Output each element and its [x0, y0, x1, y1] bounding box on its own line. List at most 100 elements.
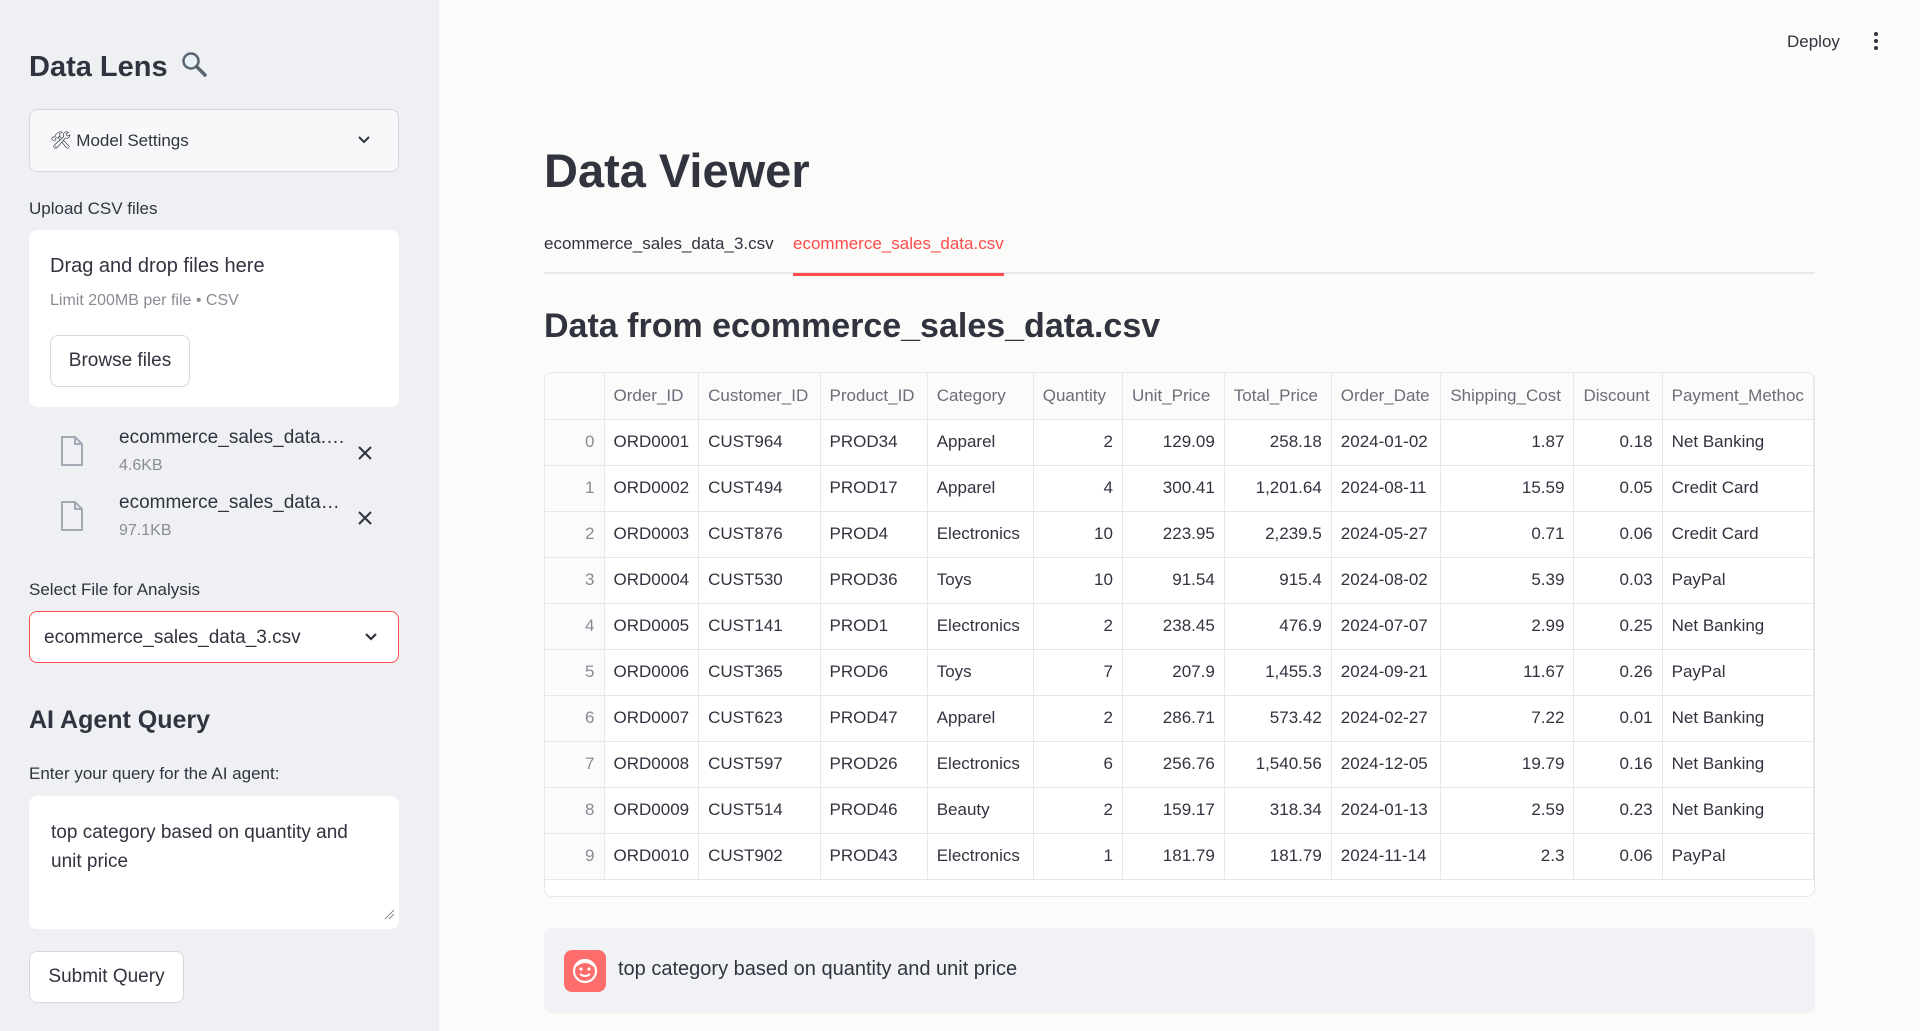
resize-handle-icon[interactable]	[383, 907, 395, 925]
table-cell[interactable]: CUST365	[698, 649, 821, 696]
row-index[interactable]: 6	[545, 695, 605, 742]
deploy-button[interactable]: Deploy	[1787, 32, 1840, 52]
table-cell[interactable]: 573.42	[1224, 695, 1332, 742]
table-cell[interactable]: ORD0002	[604, 465, 700, 512]
table-cell[interactable]: 0.26	[1573, 649, 1663, 696]
table-cell[interactable]: 207.9	[1122, 649, 1225, 696]
table-cell[interactable]: Net Banking	[1662, 419, 1814, 466]
table-cell[interactable]: ORD0001	[604, 419, 700, 466]
table-cell[interactable]: 0.06	[1573, 833, 1663, 880]
table-cell[interactable]: 15.59	[1440, 465, 1575, 512]
table-cell[interactable]: PROD47	[820, 695, 928, 742]
table-cell[interactable]: 1.87	[1440, 419, 1575, 466]
table-cell[interactable]: CUST623	[698, 695, 821, 742]
table-cell[interactable]: 318.34	[1224, 787, 1332, 834]
column-header[interactable]: Customer_ID	[698, 373, 821, 420]
table-cell[interactable]: 0.71	[1440, 511, 1575, 558]
row-index[interactable]: 0	[545, 419, 605, 466]
table-row[interactable]: 9 ORD0010 CUST902 PROD43 Electronics 1 181.79 1…	[545, 833, 1814, 880]
table-cell[interactable]: PayPal	[1662, 557, 1814, 604]
table-cell[interactable]: 2.3	[1440, 833, 1575, 880]
tab-ecommerce-sales-data-3[interactable]: ecommerce_sales_data_3.csv	[544, 234, 774, 274]
table-row[interactable]: 6 ORD0007 CUST623 PROD47 Apparel 2 286.71 573.4…	[545, 695, 1814, 742]
table-cell[interactable]: PROD1	[820, 603, 928, 650]
table-cell[interactable]: 2024-01-13	[1331, 787, 1442, 834]
table-cell[interactable]: 2024-11-14	[1331, 833, 1442, 880]
row-index[interactable]: 2	[545, 511, 605, 558]
table-cell[interactable]: 2024-01-02	[1331, 419, 1442, 466]
table-cell[interactable]: Credit Card	[1662, 465, 1814, 512]
table-cell[interactable]: PROD36	[820, 557, 928, 604]
column-header[interactable]: Order_ID	[604, 373, 700, 420]
table-row[interactable]: 8 ORD0009 CUST514 PROD46 Beauty 2 159.17 318.34…	[545, 787, 1814, 834]
table-cell[interactable]: 2.59	[1440, 787, 1575, 834]
table-cell[interactable]: ORD0004	[604, 557, 700, 604]
table-cell[interactable]: 0.05	[1573, 465, 1663, 512]
table-cell[interactable]: 129.09	[1122, 419, 1225, 466]
table-cell[interactable]: Electronics	[927, 833, 1034, 880]
column-header[interactable]: Shipping_Cost	[1440, 373, 1575, 420]
table-cell[interactable]: 10	[1033, 511, 1123, 558]
table-row[interactable]: 5 ORD0006 CUST365 PROD6 Toys 7 207.9 1,455.3 202…	[545, 649, 1814, 696]
table-cell[interactable]: 1,455.3	[1224, 649, 1332, 696]
table-cell[interactable]: 2024-09-21	[1331, 649, 1442, 696]
table-cell[interactable]: Beauty	[927, 787, 1034, 834]
table-row[interactable]: 1 ORD0002 CUST494 PROD17 Apparel 4 300.41 1,201…	[545, 465, 1814, 512]
table-cell[interactable]: 0.18	[1573, 419, 1663, 466]
table-row[interactable]: 7 ORD0008 CUST597 PROD26 Electronics 6 256.76 1…	[545, 741, 1814, 788]
table-cell[interactable]: PROD34	[820, 419, 928, 466]
table-cell[interactable]: CUST141	[698, 603, 821, 650]
table-cell[interactable]: CUST876	[698, 511, 821, 558]
table-cell[interactable]: 0.16	[1573, 741, 1663, 788]
table-cell[interactable]: 2024-08-02	[1331, 557, 1442, 604]
table-cell[interactable]: 159.17	[1122, 787, 1225, 834]
table-cell[interactable]: 223.95	[1122, 511, 1225, 558]
row-index[interactable]: 1	[545, 465, 605, 512]
table-cell[interactable]: 181.79	[1224, 833, 1332, 880]
table-cell[interactable]: Net Banking	[1662, 603, 1814, 650]
table-cell[interactable]: CUST530	[698, 557, 821, 604]
table-cell[interactable]: 286.71	[1122, 695, 1225, 742]
table-cell[interactable]: 300.41	[1122, 465, 1225, 512]
table-cell[interactable]: Net Banking	[1662, 695, 1814, 742]
table-cell[interactable]: 19.79	[1440, 741, 1575, 788]
table-cell[interactable]: 0.01	[1573, 695, 1663, 742]
table-cell[interactable]: PROD4	[820, 511, 928, 558]
table-cell[interactable]: Toys	[927, 649, 1034, 696]
index-header[interactable]	[545, 373, 605, 420]
query-textarea[interactable]: top category based on quantity and unit …	[29, 796, 399, 929]
table-cell[interactable]: ORD0006	[604, 649, 700, 696]
table-cell[interactable]: 2.99	[1440, 603, 1575, 650]
table-cell[interactable]: 2024-07-07	[1331, 603, 1442, 650]
table-cell[interactable]: PROD17	[820, 465, 928, 512]
table-cell[interactable]: ORD0007	[604, 695, 700, 742]
table-cell[interactable]: 1	[1033, 833, 1123, 880]
close-icon[interactable]	[355, 443, 375, 463]
table-cell[interactable]: 6	[1033, 741, 1123, 788]
table-cell[interactable]: CUST494	[698, 465, 821, 512]
tab-ecommerce-sales-data[interactable]: ecommerce_sales_data.csv	[793, 234, 1004, 276]
column-header[interactable]: Unit_Price	[1122, 373, 1225, 420]
column-header[interactable]: Quantity	[1033, 373, 1123, 420]
table-cell[interactable]: Apparel	[927, 695, 1034, 742]
table-cell[interactable]: ORD0005	[604, 603, 700, 650]
table-cell[interactable]: ORD0009	[604, 787, 700, 834]
table-cell[interactable]: 2024-02-27	[1331, 695, 1442, 742]
table-cell[interactable]: Credit Card	[1662, 511, 1814, 558]
table-cell[interactable]: 11.67	[1440, 649, 1575, 696]
table-cell[interactable]: CUST964	[698, 419, 821, 466]
row-index[interactable]: 4	[545, 603, 605, 650]
table-cell[interactable]: PROD6	[820, 649, 928, 696]
table-cell[interactable]: 1,540.56	[1224, 741, 1332, 788]
table-cell[interactable]: 258.18	[1224, 419, 1332, 466]
table-cell[interactable]: 0.25	[1573, 603, 1663, 650]
table-cell[interactable]: 2	[1033, 419, 1123, 466]
table-cell[interactable]: 91.54	[1122, 557, 1225, 604]
table-cell[interactable]: PayPal	[1662, 649, 1814, 696]
table-cell[interactable]: 915.4	[1224, 557, 1332, 604]
table-cell[interactable]: 256.76	[1122, 741, 1225, 788]
table-cell[interactable]: 7.22	[1440, 695, 1575, 742]
table-cell[interactable]: 0.03	[1573, 557, 1663, 604]
table-cell[interactable]: 2024-12-05	[1331, 741, 1442, 788]
table-cell[interactable]: 2024-05-27	[1331, 511, 1442, 558]
